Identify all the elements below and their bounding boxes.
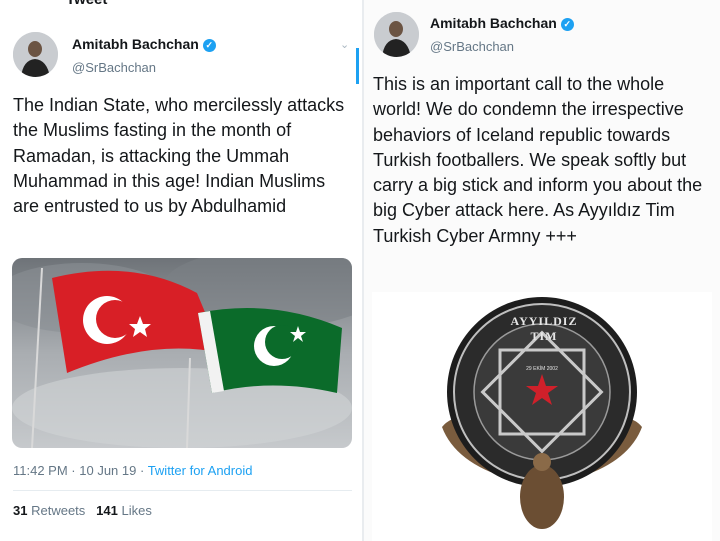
chevron-down-icon[interactable]: ⌄ (340, 38, 349, 51)
header-partial-title: Tweet (66, 0, 107, 8)
tweet-text: The Indian State, who mercilessly attack… (13, 95, 345, 217)
author-name[interactable]: Amitabh Bachchan ✓ (430, 15, 574, 31)
scroll-indicator (356, 48, 359, 84)
tweet-stats: 31 Retweets 141 Likes (13, 503, 152, 518)
tweet-text: This is an important call to the whole w… (373, 74, 703, 246)
tweet-image[interactable] (12, 258, 352, 448)
likes-count[interactable]: 141 Likes (96, 503, 152, 518)
author-handle[interactable]: @SrBachchan (72, 60, 156, 75)
verified-icon: ✓ (202, 39, 216, 52)
left-tweet-card: Tweet Amitabh Bachchan✓ @SrBachchan ⌄ Th… (0, 0, 362, 541)
avatar[interactable] (374, 12, 419, 57)
retweets-count[interactable]: 31 Retweets (13, 503, 85, 518)
tweet-source-link[interactable]: Twitter for Android (148, 463, 253, 478)
avatar[interactable] (13, 32, 58, 77)
emblem-title: AYYILDIZ TIM (510, 314, 578, 343)
right-tweet-card: Amitabh Bachchan ✓ @SrBachchan This is an… (364, 0, 720, 541)
tweet-image[interactable]: AYYILDIZ TIM 29 EKİM 2002 (372, 292, 712, 541)
verified-icon: ✓ (560, 18, 574, 31)
author-handle[interactable]: @SrBachchan (430, 39, 514, 54)
tweet-timestamp[interactable]: 11:42 PM · 10 Jun 19 · Twitter for Andro… (13, 463, 252, 478)
author-name[interactable]: Amitabh Bachchan ✓ (72, 36, 216, 52)
emblem-date: 29 EKİM 2002 (526, 366, 558, 372)
divider (13, 490, 352, 491)
